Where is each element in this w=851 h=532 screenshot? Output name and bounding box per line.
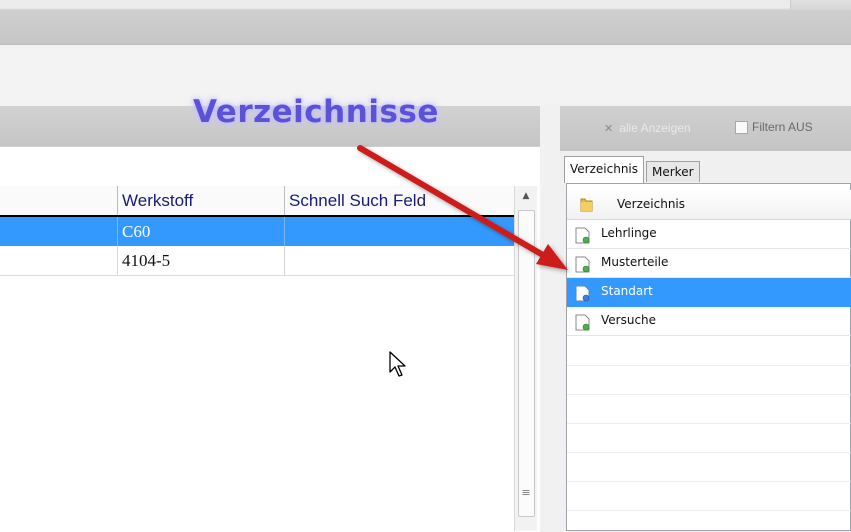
tree-empty-row: [567, 452, 851, 482]
tab-verzeichnis[interactable]: Verzeichnis: [564, 156, 645, 183]
vertical-scrollbar[interactable]: ▲ ≡: [514, 186, 537, 531]
scrollbar-thumb[interactable]: [518, 210, 535, 517]
tree-item-versuche[interactable]: Versuche: [567, 307, 851, 336]
tree-item-standart[interactable]: Standart: [567, 278, 851, 307]
tree-item-musterteile[interactable]: Musterteile: [567, 249, 851, 278]
tree-empty-row: [567, 423, 851, 453]
tree-empty-row: [567, 481, 851, 511]
scrollbar-grip-icon: ≡: [521, 486, 531, 499]
table-cell: [0, 217, 117, 246]
tab-merker[interactable]: Merker: [646, 161, 700, 182]
tree-item-label: Versuche: [601, 313, 657, 327]
show-all-label: alle Anzeigen: [619, 121, 691, 135]
mouse-cursor-icon: [389, 351, 406, 377]
tree-empty-row: [567, 394, 851, 424]
document-icon: [575, 256, 590, 273]
table-cell-schnell-such-feld: [284, 217, 514, 246]
table-cell-werkstoff: C60: [117, 217, 284, 246]
document-icon: [575, 227, 590, 244]
table-cell-werkstoff: 4104-5: [117, 246, 284, 275]
window-controls[interactable]: [790, 0, 851, 10]
filter-label: Filtern AUS: [752, 120, 813, 134]
folder-icon: [580, 198, 593, 212]
tree-empty-row: [567, 365, 851, 395]
grid-header: Werkstoff Schnell Such Feld: [0, 186, 514, 217]
tree-header[interactable]: Verzeichnis: [567, 190, 851, 220]
column-header-schnell-such-feld[interactable]: Schnell Such Feld: [284, 186, 514, 215]
grid-header-blank: [0, 186, 117, 215]
table-row[interactable]: 4104-5: [0, 246, 514, 276]
table-cell-schnell-such-feld: [284, 246, 514, 275]
tree-item-lehrlinge[interactable]: Lehrlinge: [567, 220, 851, 249]
scroll-up-arrow-icon[interactable]: ▲: [515, 186, 537, 208]
document-icon: [575, 314, 590, 331]
tree-item-label: Musterteile: [601, 255, 669, 269]
column-header-werkstoff[interactable]: Werkstoff: [117, 186, 284, 215]
tree-item-label: Lehrlinge: [601, 226, 657, 240]
table-row[interactable]: C60: [0, 217, 514, 246]
filter-checkbox[interactable]: [735, 121, 748, 134]
document-icon: [575, 285, 590, 302]
clear-icon: ✕: [604, 123, 614, 135]
tree-empty-row: [567, 336, 851, 366]
tree-header-label: Verzeichnis: [617, 197, 686, 211]
window-titlebar: [0, 0, 851, 45]
show-all-button[interactable]: ✕ alle Anzeigen: [604, 121, 691, 135]
table-cell: [0, 246, 117, 275]
annotation-label: Verzeichnisse: [193, 94, 439, 130]
tree-item-label: Standart: [601, 284, 653, 298]
